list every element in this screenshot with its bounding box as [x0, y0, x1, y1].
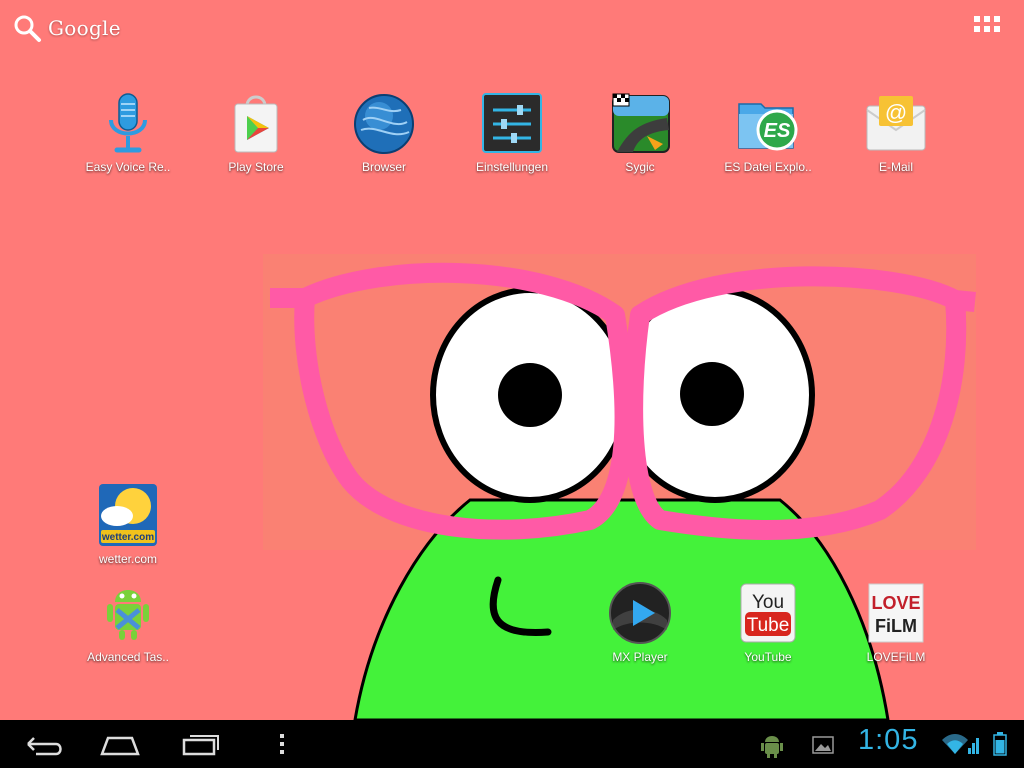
globe-icon [354, 94, 414, 154]
settings-sliders-icon [482, 93, 542, 153]
es-file-explorer-icon: ES [738, 103, 798, 151]
app-label: Easy Voice Re.. [85, 160, 171, 174]
app-label: ES Datei Explo.. [724, 160, 812, 174]
status-clock[interactable]: 1:05 [858, 724, 918, 757]
home-button[interactable] [92, 728, 148, 760]
app-advanced-task-killer[interactable]: Advanced Tas.. [76, 580, 180, 664]
recent-apps-button[interactable] [172, 728, 228, 760]
app-lovefilm[interactable]: LOVE FiLM LOVEFiLM [844, 580, 948, 664]
sygic-navigation-icon [612, 93, 670, 153]
app-label: E-Mail [878, 160, 913, 174]
app-email[interactable]: @ E-Mail [844, 90, 948, 174]
app-label: Sygic [625, 160, 655, 174]
app-label: Advanced Tas.. [87, 650, 169, 664]
google-search-bar[interactable]: Google [12, 14, 121, 42]
wifi-icon [942, 734, 968, 754]
svg-text:LOVE: LOVE [871, 593, 920, 613]
app-einstellungen[interactable]: Einstellungen [460, 90, 564, 174]
app-label: LOVEFiLM [866, 650, 926, 664]
app-es-file-explorer[interactable]: ES ES Datei Explo.. [716, 90, 820, 174]
search-icon [14, 15, 41, 42]
all-apps-button[interactable] [974, 16, 1004, 42]
app-label: MX Player [612, 650, 668, 664]
youtube-icon: You Tube [740, 583, 796, 643]
app-browser[interactable]: Browser [332, 90, 436, 174]
app-youtube[interactable]: You Tube YouTube [716, 580, 820, 664]
app-sygic[interactable]: Sygic [588, 90, 692, 174]
app-label: Browser [361, 160, 406, 174]
play-store-icon [234, 95, 278, 153]
app-wetter-com[interactable]: wetter.com wetter.com [76, 482, 180, 566]
app-label: Play Store [228, 160, 284, 174]
email-envelope-icon: @ [866, 96, 926, 151]
google-logo-text: Google [48, 16, 121, 40]
app-easy-voice-recorder[interactable]: Easy Voice Re.. [76, 90, 180, 174]
monster-left-pupil [498, 363, 562, 427]
app-label: Einstellungen [475, 160, 549, 174]
back-button[interactable] [14, 728, 70, 760]
android-notification-icon[interactable] [760, 732, 784, 758]
microphone-icon [109, 93, 147, 153]
app-label: wetter.com [98, 552, 158, 566]
app-play-store[interactable]: Play Store [204, 90, 308, 174]
monster-right-pupil [680, 362, 744, 426]
wifi-signal-bars-icon [968, 738, 979, 754]
screenshot-notification-icon[interactable] [812, 736, 834, 754]
android-robot-icon [107, 590, 149, 640]
svg-text:Tube: Tube [747, 615, 790, 636]
home-icon [100, 736, 140, 756]
wetter-sun-cloud-icon: wetter.com [99, 484, 157, 546]
recent-apps-icon [182, 738, 216, 756]
svg-text:ES: ES [764, 120, 791, 142]
battery-icon [993, 732, 1007, 756]
svg-text:FiLM: FiLM [875, 616, 917, 636]
svg-text:@: @ [885, 100, 907, 125]
mx-player-play-icon [609, 582, 671, 644]
svg-text:wetter.com: wetter.com [101, 532, 154, 543]
lovefilm-icon: LOVE FiLM [868, 583, 924, 643]
menu-button[interactable] [254, 728, 310, 760]
svg-text:You: You [752, 592, 784, 613]
app-label: YouTube [744, 650, 792, 664]
app-mx-player[interactable]: MX Player [588, 580, 692, 664]
